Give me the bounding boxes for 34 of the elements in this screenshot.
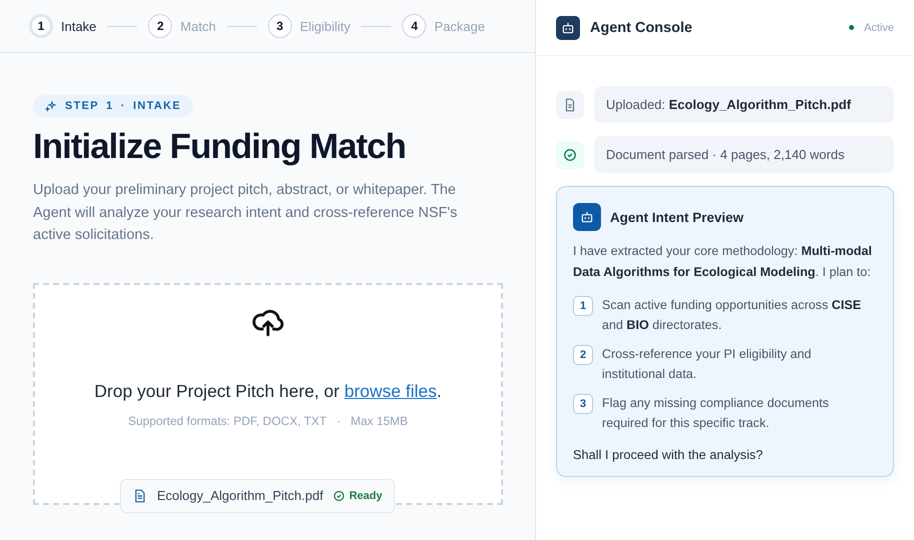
robot-glyph bbox=[561, 20, 575, 34]
drop-prompt: Drop your Project Pitch here, or browse files. bbox=[94, 380, 442, 402]
event-message: Uploaded: Ecology_Algorithm_Pitch.pdf bbox=[594, 86, 894, 123]
step-number: 2 bbox=[573, 345, 593, 365]
page-title: Initialize Funding Match bbox=[33, 127, 406, 167]
preview-question: Shall I proceed with the analysis? bbox=[573, 447, 764, 462]
step-number: 1 bbox=[573, 296, 593, 316]
separator-dot: · bbox=[336, 414, 341, 428]
stepper-step[interactable]: 3 Eligibility bbox=[268, 14, 350, 38]
status-label: Active bbox=[864, 22, 894, 34]
stepper-step[interactable]: 2 Match bbox=[148, 14, 216, 38]
file-name: Ecology_Algorithm_Pitch.pdf bbox=[157, 488, 324, 503]
step-number: 3 bbox=[573, 394, 593, 414]
document-icon bbox=[556, 90, 584, 118]
page-description: Upload your preliminary project pitch, abstract, or whitepaper. The Agent will analyze your research intent and cross-reference NSF's active solicitations. bbox=[33, 181, 458, 245]
plan-step: Cross-reference your PI eligibility and institutional data. bbox=[602, 344, 877, 384]
sparkle-icon bbox=[45, 100, 57, 112]
preview-intro: I have extracted your core methodology: Multi-modal Data Algorithms for Ecological Modeling. I plan to: bbox=[573, 243, 873, 281]
browse-files-link[interactable]: browse files bbox=[344, 380, 437, 400]
stepper-step[interactable]: 4 Package bbox=[402, 14, 485, 38]
preview-title: Agent Intent Preview bbox=[610, 210, 744, 224]
status-dot bbox=[849, 25, 854, 30]
supported-formats: Supported formats: PDF, DOCX, TXT bbox=[128, 414, 327, 428]
plan-step: Scan active funding opportunities across CISE and BIO directorates. bbox=[602, 295, 877, 335]
event-message: Document parsed · 4 pages, 2,140 words bbox=[594, 136, 894, 173]
robot-glyph bbox=[580, 210, 594, 224]
console-title: Agent Console bbox=[590, 20, 694, 36]
check-circle-icon bbox=[333, 490, 346, 502]
max-size: Max 15MB bbox=[350, 414, 408, 428]
document-icon bbox=[133, 488, 147, 504]
stepper-step[interactable]: 1 Intake bbox=[29, 14, 96, 38]
badge-text: STEP 1 · INTAKE bbox=[65, 100, 182, 112]
ready-status: Ready bbox=[349, 490, 382, 502]
plan-step: Flag any missing compliance documents required for this specific track. bbox=[602, 393, 877, 433]
